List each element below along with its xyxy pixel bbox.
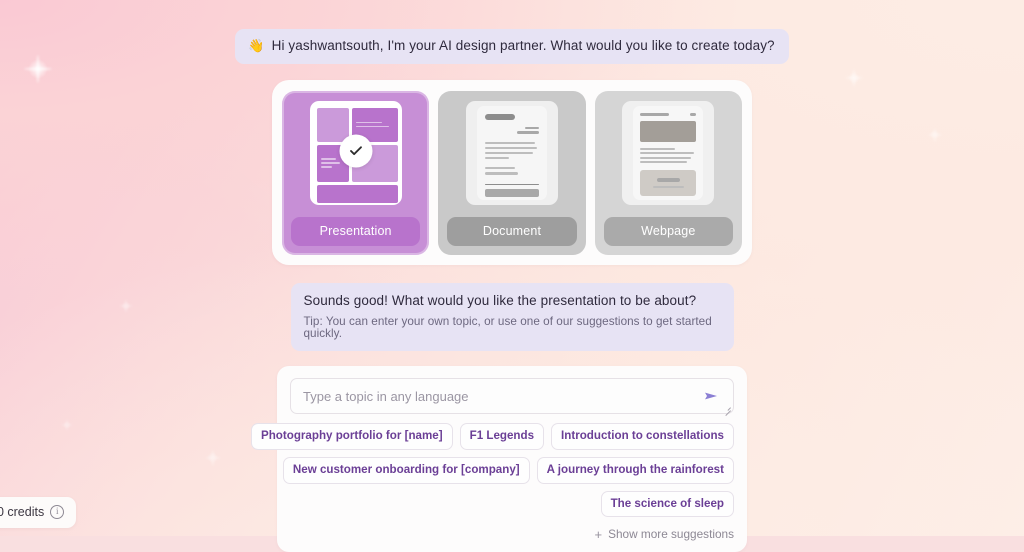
waving-hand-emoji: 👋 (248, 38, 265, 54)
suggestion-chip[interactable]: Photography portfolio for [name] (250, 423, 453, 450)
plus-icon: + (594, 527, 603, 543)
info-icon[interactable]: i (50, 505, 65, 519)
topic-field-wrapper[interactable] (290, 378, 734, 417)
resize-grip-icon[interactable] (723, 404, 731, 417)
type-card-label: Presentation (291, 216, 421, 246)
suggestion-chip[interactable]: F1 Legends (459, 423, 545, 450)
suggestion-chip[interactable]: New customer onboarding for [company] (282, 457, 530, 484)
webpage-thumbnail (622, 100, 715, 205)
suggestion-chip[interactable]: Introduction to constellations (551, 423, 734, 450)
suggestion-chip[interactable]: The science of sleep (600, 490, 734, 518)
type-card-label: Webpage (603, 216, 733, 246)
show-more-label: Show more suggestions (608, 526, 734, 541)
credits-label: 00 credits (0, 505, 45, 519)
prompt-tip: Tip: You can enter your own topic, or us… (303, 315, 712, 340)
send-arrow-icon[interactable] (701, 386, 721, 406)
assistant-prompt-message: Sounds good! What would you like the pre… (290, 282, 734, 352)
type-card-presentation[interactable]: Presentation (282, 90, 430, 255)
suggestion-chip-row: The science of sleep (290, 490, 734, 518)
chat-stage: 👋 Hi yashwantsouth, I'm your AI design p… (0, 0, 1024, 552)
show-more-row: + Show more suggestions (290, 528, 735, 541)
type-card-label: Document (447, 216, 577, 246)
greeting-text: Hi yashwantsouth, I'm your AI design par… (271, 38, 775, 53)
check-icon (339, 134, 373, 167)
suggestion-chip[interactable]: A journey through the rainforest (536, 457, 734, 484)
credits-indicator[interactable]: 00 credits i (0, 497, 77, 528)
presentation-thumbnail (309, 100, 402, 205)
suggestion-chip-rows: Photography portfolio for [name] F1 Lege… (250, 423, 734, 518)
document-thumbnail (465, 100, 558, 205)
suggestion-chip-row: Photography portfolio for [name] F1 Lege… (250, 423, 734, 450)
type-card-webpage[interactable]: Webpage (594, 90, 742, 255)
assistant-greeting-message: 👋 Hi yashwantsouth, I'm your AI design p… (235, 29, 789, 64)
topic-input[interactable] (303, 388, 701, 404)
topic-input-panel: Photography portfolio for [name] F1 Lege… (250, 366, 747, 552)
content-type-card-panel: Presentation Document Webpage (272, 79, 752, 265)
prompt-title: Sounds good! What would you like the pre… (303, 292, 697, 308)
suggestion-chip-row: New customer onboarding for [company] A … (282, 457, 734, 484)
type-card-document[interactable]: Document (438, 90, 586, 255)
show-more-suggestions-button[interactable]: + Show more suggestions (595, 528, 735, 541)
